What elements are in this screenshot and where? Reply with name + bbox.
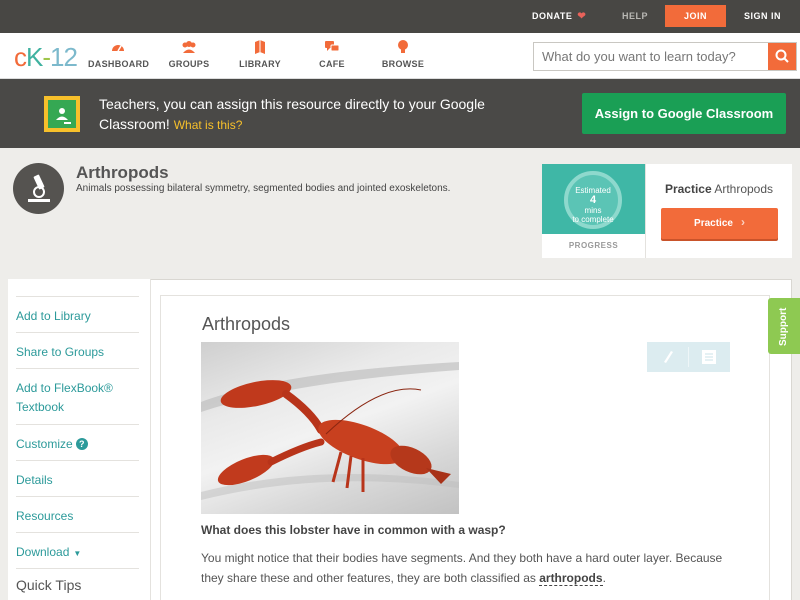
add-to-flexbook-link[interactable]: Add to FlexBook® Textbook [16, 368, 139, 424]
divider [688, 347, 689, 367]
top-bar: DONATE ❤ HELP JOIN SIGN IN [0, 0, 800, 33]
lead-question: What does this lobster have in common wi… [201, 523, 506, 537]
search-box [533, 42, 797, 71]
groups-icon [165, 39, 213, 55]
estimated-time-ring: Estimated 4 mins to complete [564, 171, 622, 229]
dashboard-icon [88, 39, 148, 55]
chat-bubbles-icon [314, 39, 350, 55]
chevron-right-icon: › [740, 215, 745, 229]
lightbulb-icon [380, 39, 426, 55]
vocabulary-term-link[interactable]: arthropods [539, 571, 603, 586]
quick-tips-heading: Quick Tips [16, 577, 82, 593]
progress-label: PROGRESS [568, 241, 619, 250]
share-to-groups-link[interactable]: Share to Groups [16, 332, 139, 362]
nav-groups[interactable]: GROUPS [165, 39, 213, 69]
nav-browse[interactable]: BROWSE [380, 39, 426, 69]
ck12-logo[interactable]: cK-12 [14, 42, 78, 73]
what-is-this-link[interactable]: What is this? [174, 118, 243, 132]
practice-button[interactable]: Practice › [661, 208, 778, 239]
banner-message: Teachers, you can assign this resource d… [99, 96, 485, 132]
sidebar: Add to Library Share to Groups Add to Fl… [8, 279, 151, 600]
notes-icon[interactable] [702, 350, 716, 369]
nav-cafe[interactable]: CAFE [314, 39, 350, 69]
help-link[interactable]: HELP [622, 0, 648, 33]
pencil-icon[interactable] [661, 349, 675, 370]
lobster-image [201, 342, 459, 514]
content-title: Arthropods [202, 314, 291, 334]
sign-in-link[interactable]: SIGN IN [744, 0, 781, 33]
search-input[interactable] [534, 43, 770, 70]
resources-link[interactable]: Resources [16, 496, 139, 526]
progress-box: Estimated 4 mins to complete [542, 164, 645, 234]
nav-library[interactable]: LIBRARY [238, 39, 282, 69]
annotation-tools [647, 342, 730, 372]
support-tab[interactable]: Support [768, 298, 800, 354]
join-button[interactable]: JOIN [665, 5, 726, 27]
concept-description: Animals possessing bilateral symmetry, s… [76, 183, 451, 194]
concept-title: Arthropods [76, 163, 169, 182]
customize-link[interactable]: Customize? [16, 424, 139, 454]
help-question-icon[interactable]: ? [75, 438, 88, 450]
donate-link[interactable]: DONATE ❤ [532, 0, 586, 33]
nav-dashboard[interactable]: DASHBOARD [88, 39, 149, 69]
details-link[interactable]: Details [16, 460, 139, 490]
download-dropdown[interactable]: Download ▼ [16, 532, 139, 563]
intro-paragraph: You might notice that their bodies have … [201, 551, 723, 586]
library-icon [238, 39, 282, 55]
google-classroom-icon [44, 96, 80, 132]
divider [645, 164, 646, 258]
search-button[interactable] [768, 43, 796, 70]
add-to-library-link[interactable]: Add to Library [16, 296, 139, 326]
nav-bar: cK-12 DASHBOARD GROUPS LIBRARY CAFE BROW… [0, 33, 800, 79]
microscope-icon [13, 163, 64, 214]
caret-down-icon: ▼ [73, 549, 82, 558]
search-icon [775, 49, 789, 63]
assign-to-google-classroom-button[interactable]: Assign to Google Classroom [582, 93, 786, 134]
practice-title: Practice Arthropods [664, 182, 774, 196]
practice-card: Estimated 4 mins to complete PROGRESS Pr… [542, 164, 792, 258]
heart-icon: ❤ [577, 11, 587, 22]
